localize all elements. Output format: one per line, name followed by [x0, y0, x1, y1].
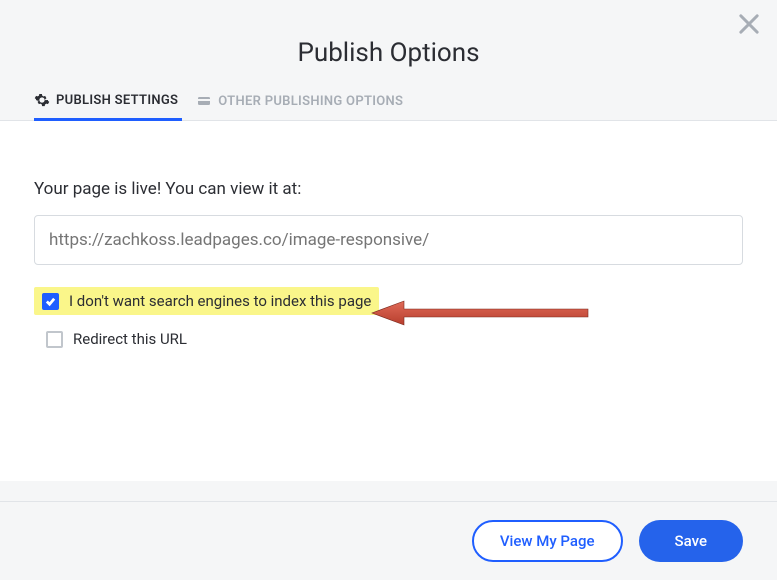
url-input[interactable]	[34, 215, 743, 265]
checkbox-noindex[interactable]	[42, 293, 59, 310]
checkbox-label: I don't want search engines to index thi…	[69, 292, 371, 310]
modal-title: Publish Options	[0, 0, 777, 92]
card-icon	[196, 93, 212, 109]
save-button[interactable]: Save	[639, 520, 743, 562]
tab-other-publishing[interactable]: OTHER PUBLISHING OPTIONS	[196, 92, 407, 120]
footer: View My Page Save	[0, 501, 777, 580]
content-area: Your page is live! You can view it at: I…	[0, 121, 777, 481]
tabs-bar: PUBLISH SETTINGS OTHER PUBLISHING OPTION…	[0, 92, 777, 121]
checkbox-row-noindex[interactable]: I don't want search engines to index thi…	[34, 287, 379, 315]
checkbox-redirect[interactable]	[46, 331, 63, 348]
gear-icon	[34, 92, 50, 108]
view-my-page-button[interactable]: View My Page	[472, 520, 623, 562]
checkbox-row-redirect[interactable]: Redirect this URL	[34, 325, 195, 353]
tab-label: OTHER PUBLISHING OPTIONS	[218, 94, 403, 109]
tab-publish-settings[interactable]: PUBLISH SETTINGS	[34, 92, 182, 121]
tab-label: PUBLISH SETTINGS	[56, 93, 178, 108]
checkbox-label: Redirect this URL	[73, 330, 187, 348]
close-icon[interactable]	[735, 10, 763, 38]
page-live-text: Your page is live! You can view it at:	[34, 179, 743, 199]
